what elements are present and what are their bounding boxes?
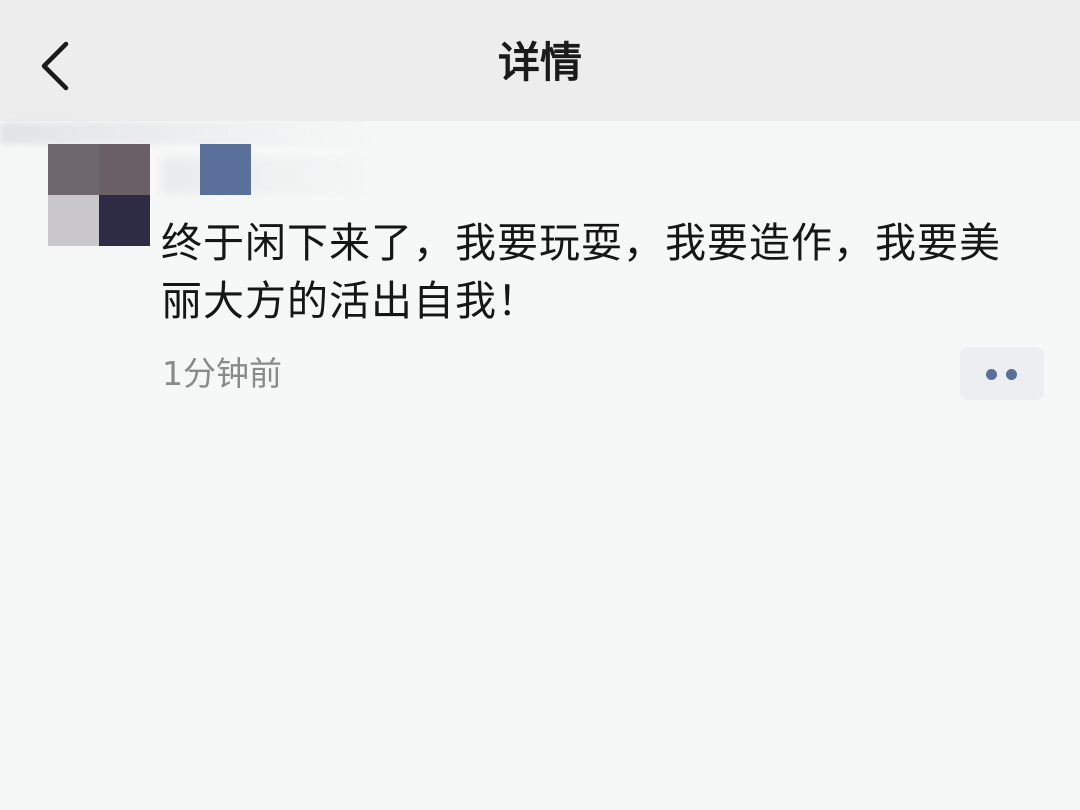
avatar-pixel <box>48 195 99 246</box>
post-timestamp: 1分钟前 <box>162 354 282 393</box>
nav-bar: 详情 <box>0 0 1080 121</box>
chevron-left-icon <box>41 41 69 91</box>
username-blur <box>162 158 362 194</box>
avatar-pixel <box>48 144 99 195</box>
avatar-pixel <box>99 195 150 246</box>
username-redacted[interactable] <box>162 144 362 196</box>
username-pixel <box>200 144 251 195</box>
more-options-button[interactable] <box>960 347 1044 400</box>
more-dots-icon <box>986 369 997 380</box>
back-button[interactable] <box>30 34 82 94</box>
avatar[interactable] <box>48 144 150 246</box>
page-title: 详情 <box>497 38 582 87</box>
avatar-pixel <box>99 144 150 195</box>
blurred-content-strip <box>0 122 380 144</box>
more-dots-icon <box>1006 369 1017 380</box>
post-text: 终于闲下来了，我要玩耍，我要造作，我要美丽大方的活出自我！ <box>161 219 1001 325</box>
